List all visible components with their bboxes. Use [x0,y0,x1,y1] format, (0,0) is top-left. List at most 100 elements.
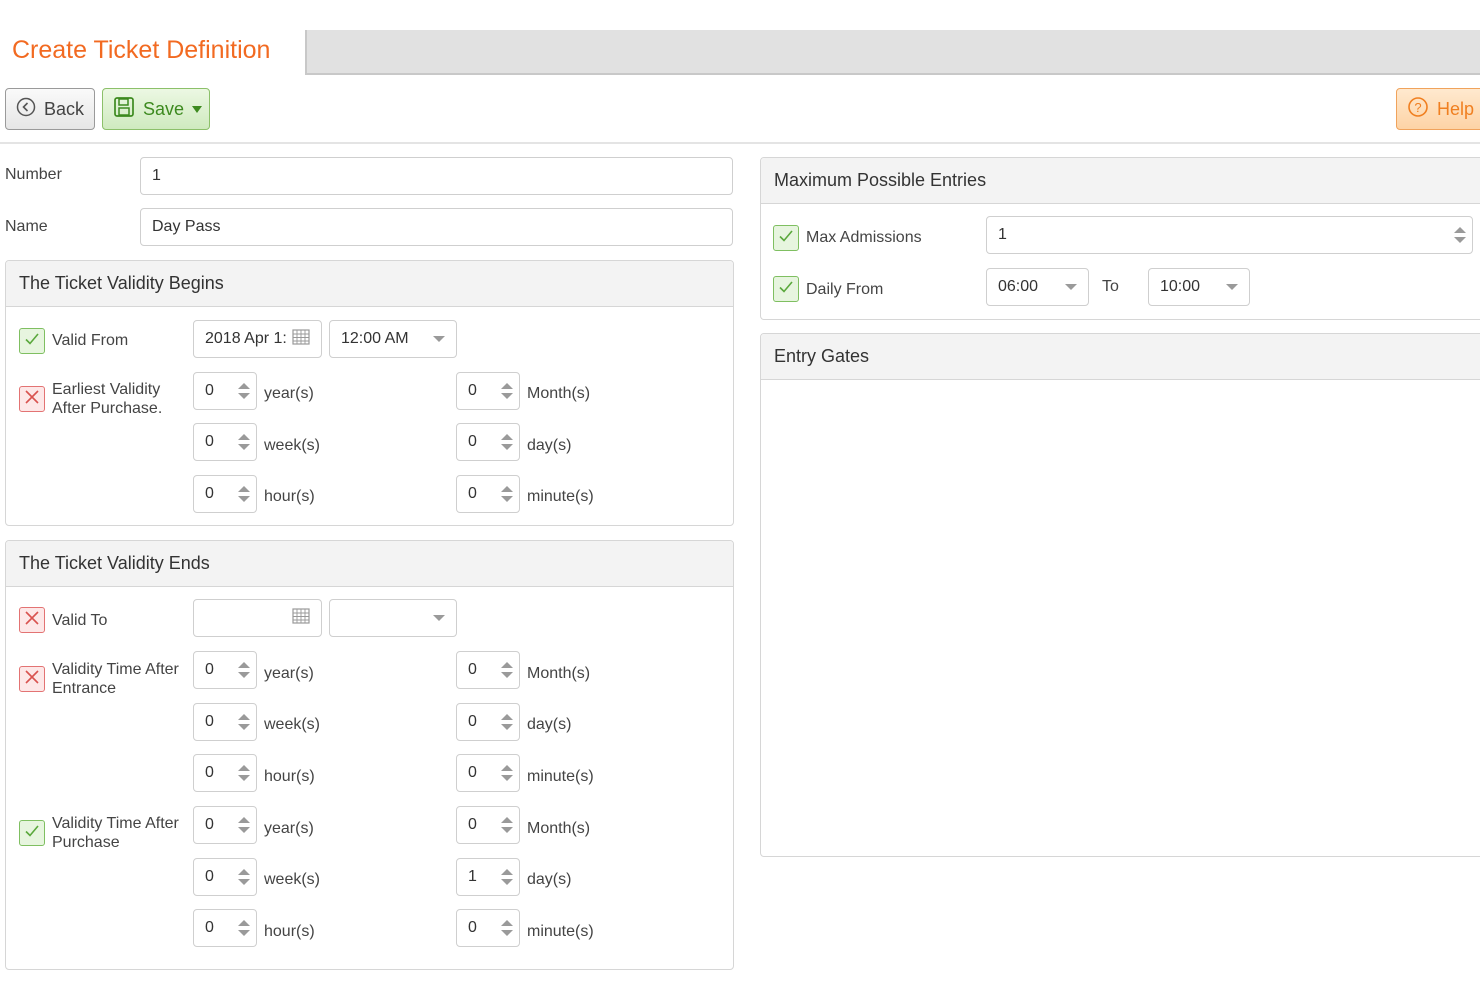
daily-to-value: 10:00 [1160,278,1201,295]
after-entrance-label-line2: Entrance [52,680,117,697]
name-label: Name [5,218,48,235]
stepper-arrows-icon[interactable] [238,817,250,833]
stepper-arrows-icon[interactable] [501,817,513,833]
save-label: Save [143,98,185,119]
stepper-arrows-icon[interactable] [238,920,250,936]
check-icon [777,278,795,301]
valid-from-time-select[interactable]: 12:00 AM [329,320,457,358]
purchase-years-stepper[interactable]: 0 [193,806,257,844]
stepper-arrows-icon[interactable] [238,869,250,885]
calendar-icon [292,328,310,350]
months-unit-label: Month(s) [527,820,591,837]
purchase-hours-stepper[interactable]: 0 [193,909,257,947]
months-unit-label: Month(s) [527,385,591,402]
stepper-arrows-icon[interactable] [238,662,250,678]
toolbar-divider [0,142,1480,144]
check-icon [777,227,795,250]
stepper-arrows-icon[interactable] [501,486,513,502]
days-unit-label: day(s) [527,437,572,454]
hours-unit-label: hour(s) [264,488,315,505]
save-button[interactable]: Save [102,88,210,130]
stepper-arrows-icon[interactable] [238,714,250,730]
after-purchase-checkbox[interactable] [19,820,45,846]
purchase-weeks-stepper[interactable]: 0 [193,858,257,896]
entrance-months-stepper[interactable]: 0 [456,651,520,689]
entrance-minutes-value: 0 [468,764,477,781]
back-button[interactable]: Back [5,88,95,130]
page-title: Create Ticket Definition [12,36,271,64]
purchase-days-stepper[interactable]: 1 [456,858,520,896]
stepper-arrows-icon[interactable] [238,765,250,781]
valid-from-date-value: 2018 Apr 1: [205,330,287,347]
stepper-arrows-icon[interactable] [501,662,513,678]
weeks-unit-label: week(s) [264,716,321,733]
valid-to-label: Valid To [52,612,108,629]
entrance-days-stepper[interactable]: 0 [456,703,520,741]
entrance-weeks-stepper[interactable]: 0 [193,703,257,741]
help-button[interactable]: ? Help [1396,88,1480,130]
stepper-arrows-icon[interactable] [238,434,250,450]
back-label: Back [44,98,85,119]
daily-from-select[interactable]: 06:00 [986,268,1089,306]
stepper-arrows-icon[interactable] [238,486,250,502]
help-icon: ? [1407,96,1429,123]
weeks-unit-label: week(s) [264,871,321,888]
earliest-hours-stepper[interactable]: 0 [193,475,257,513]
entry-gates-title: Entry Gates [761,334,1480,380]
name-input[interactable]: Day Pass [140,208,733,246]
valid-to-date-input[interactable] [193,599,322,637]
stepper-arrows-icon[interactable] [501,434,513,450]
stepper-arrows-icon[interactable] [501,920,513,936]
after-entrance-label: Validity Time After Entrance [52,660,179,698]
earliest-months-stepper[interactable]: 0 [456,372,520,410]
earliest-weeks-stepper[interactable]: 0 [193,423,257,461]
earliest-minutes-value: 0 [468,485,477,502]
valid-from-date-input[interactable]: 2018 Apr 1: [193,320,322,358]
entrance-hours-stepper[interactable]: 0 [193,754,257,792]
valid-from-checkbox[interactable] [19,328,45,354]
stepper-arrows-icon[interactable] [1454,227,1466,243]
weeks-unit-label: week(s) [264,437,321,454]
stepper-arrows-icon[interactable] [501,714,513,730]
daily-from-checkbox[interactable] [773,276,799,302]
earliest-validity-label-line1: Earliest Validity [52,381,161,398]
entrance-years-stepper[interactable]: 0 [193,651,257,689]
earliest-days-stepper[interactable]: 0 [456,423,520,461]
number-input[interactable]: 1 [140,157,733,195]
stepper-arrows-icon[interactable] [501,383,513,399]
stepper-arrows-icon[interactable] [501,765,513,781]
purchase-weeks-value: 0 [205,868,214,885]
daily-from-value: 06:00 [998,278,1039,295]
valid-to-checkbox[interactable] [19,607,45,633]
earliest-validity-checkbox[interactable] [19,386,45,412]
earliest-years-value: 0 [205,382,214,399]
stepper-arrows-icon[interactable] [501,869,513,885]
max-admissions-stepper[interactable]: 1 [986,216,1473,254]
earliest-minutes-stepper[interactable]: 0 [456,475,520,513]
purchase-minutes-stepper[interactable]: 0 [456,909,520,947]
svg-text:?: ? [1414,100,1421,115]
purchase-years-value: 0 [205,816,214,833]
minutes-unit-label: minute(s) [527,923,594,940]
stepper-arrows-icon[interactable] [238,383,250,399]
valid-to-time-select[interactable] [329,599,457,637]
close-icon [23,388,41,411]
entrance-minutes-stepper[interactable]: 0 [456,754,520,792]
minutes-unit-label: minute(s) [527,488,594,505]
title-bar [305,30,1480,75]
purchase-minutes-value: 0 [468,919,477,936]
chevron-down-icon [1065,284,1077,290]
close-icon [23,609,41,632]
earliest-hours-value: 0 [205,485,214,502]
max-admissions-checkbox[interactable] [773,225,799,251]
earliest-years-stepper[interactable]: 0 [193,372,257,410]
purchase-days-value: 1 [468,868,477,885]
years-unit-label: year(s) [264,820,314,837]
minutes-unit-label: minute(s) [527,768,594,785]
after-entrance-checkbox[interactable] [19,666,45,692]
hours-unit-label: hour(s) [264,768,315,785]
purchase-months-stepper[interactable]: 0 [456,806,520,844]
daily-to-select[interactable]: 10:00 [1148,268,1250,306]
valid-from-label: Valid From [52,332,129,349]
number-label: Number [5,166,62,183]
